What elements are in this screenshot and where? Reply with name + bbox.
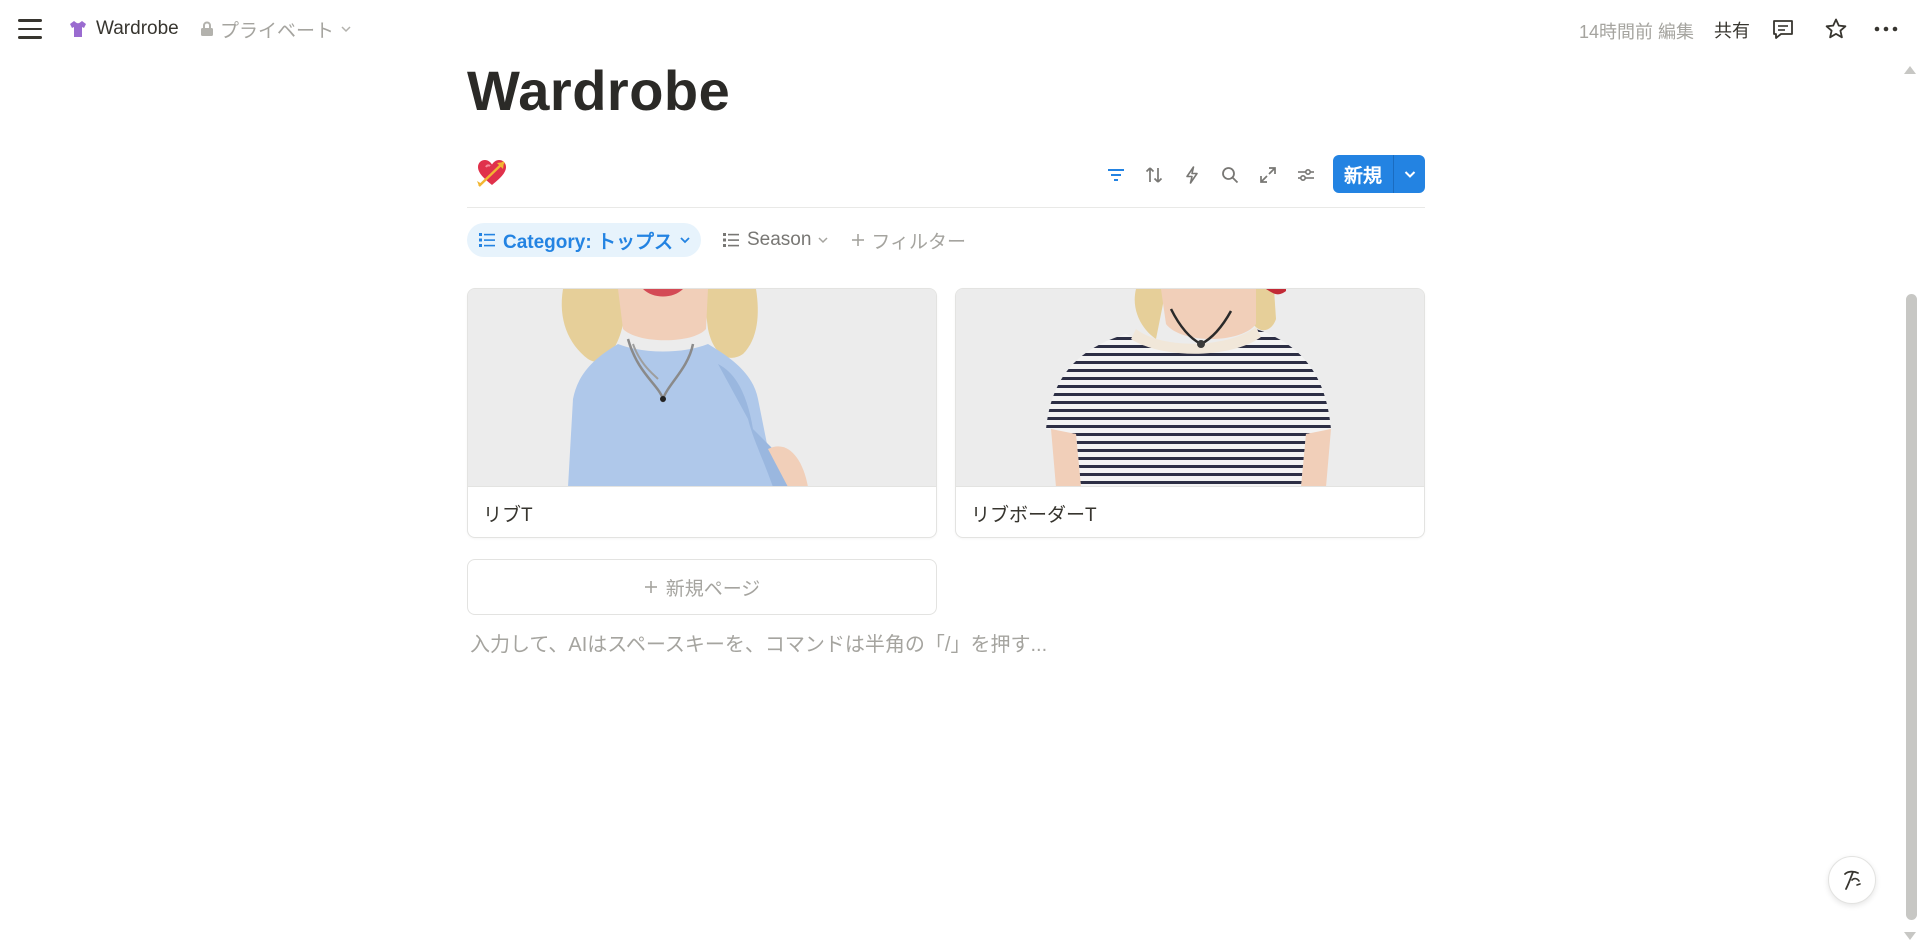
ai-assistant-icon[interactable] (1828, 856, 1876, 904)
new-page-label: 新規ページ (665, 578, 761, 600)
comments-icon[interactable] (1769, 15, 1797, 43)
plus-icon (852, 234, 865, 246)
gallery-card[interactable]: リブT (467, 288, 937, 538)
card-cover-image (468, 289, 936, 487)
privacy-label: プライベート (220, 20, 335, 42)
view-settings-icon[interactable] (1293, 162, 1319, 188)
filter-chip-season[interactable]: Season (713, 223, 837, 257)
new-page-button[interactable]: 新規ページ (467, 559, 937, 615)
top-bar: Wardrobe プライベート 14時間前 編集 共有 (0, 0, 1920, 58)
heart-with-arrow-icon[interactable] (475, 156, 509, 190)
gallery-card[interactable]: リブボーダーT (955, 288, 1425, 538)
scroll-up-arrow[interactable] (1904, 66, 1916, 74)
filter-chip-category-label: Category: トップス (503, 231, 673, 253)
search-icon[interactable] (1217, 162, 1243, 188)
share-button[interactable]: 共有 (1714, 17, 1750, 43)
privacy-dropdown[interactable]: プライベート (200, 14, 352, 44)
last-edited: 14時間前 編集 (1578, 22, 1694, 42)
card-title: リブボーダーT (971, 504, 1097, 526)
breadcrumb-page[interactable]: Wardrobe (68, 14, 179, 44)
add-filter-label: フィルター (871, 231, 967, 253)
card-title: リブT (483, 504, 533, 526)
editor-placeholder[interactable]: 入力して、AIはスペースキーを、コマンドは半角の「/」を押す... (470, 628, 1047, 657)
filter-chip-category[interactable]: Category: トップス (467, 223, 701, 257)
database-toolbar: 新規 (467, 152, 1425, 208)
filter-icon[interactable] (1103, 162, 1129, 188)
tshirt-icon (70, 21, 86, 37)
chevron-down-icon[interactable] (1394, 167, 1425, 181)
plus-icon (644, 581, 657, 593)
filter-bar: Category: トップス Season フィルター (467, 223, 972, 257)
chevron-down-icon (341, 26, 351, 33)
scroll-down-arrow[interactable] (1904, 932, 1916, 940)
add-filter-button[interactable]: フィルター (845, 223, 972, 257)
chevron-down-icon (680, 237, 690, 244)
page-title[interactable]: Wardrobe (467, 58, 730, 123)
card-cover-image (956, 289, 1424, 487)
expand-icon[interactable] (1255, 162, 1281, 188)
favorite-star-icon[interactable] (1822, 15, 1850, 43)
more-options-icon[interactable] (1872, 15, 1900, 43)
list-icon (722, 233, 739, 247)
menu-icon[interactable] (18, 16, 48, 42)
filter-chip-season-label: Season (746, 229, 812, 250)
chevron-down-icon (818, 237, 828, 244)
scrollbar-thumb[interactable] (1906, 294, 1917, 920)
breadcrumb-title: Wardrobe (96, 18, 179, 39)
new-button-label: 新規 (1343, 165, 1382, 187)
list-icon (479, 233, 495, 247)
automation-lightning-icon[interactable] (1179, 162, 1205, 188)
lock-icon (201, 21, 213, 36)
sort-icon[interactable] (1141, 162, 1167, 188)
new-record-button[interactable]: 新規 (1333, 155, 1425, 193)
